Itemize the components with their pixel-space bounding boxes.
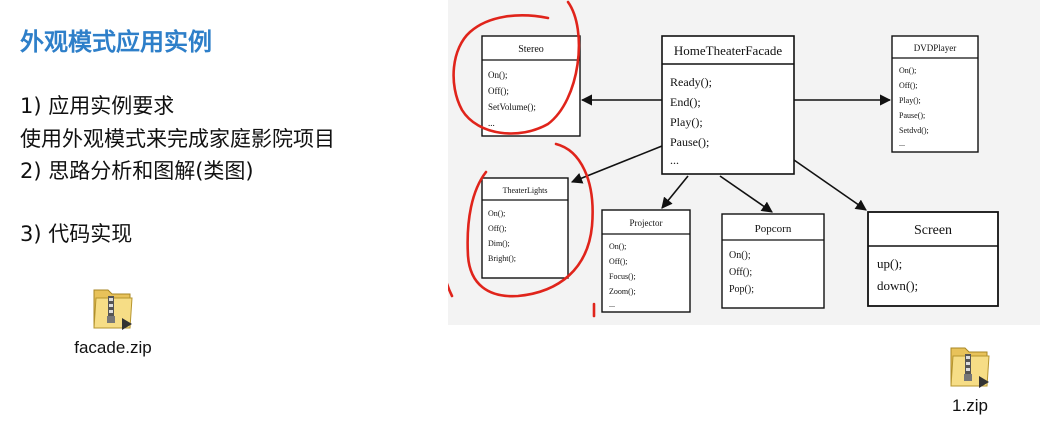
class-diagram: HomeTheaterFacade Ready(); End(); Play()… xyxy=(448,0,1040,325)
requirement-text: 使用外观模式来完成家庭影院项目 xyxy=(20,127,335,151)
method: ... xyxy=(488,118,495,128)
method: On(); xyxy=(729,250,751,261)
method: Off(); xyxy=(729,267,752,278)
method: Dim(); xyxy=(488,239,510,248)
method: On(); xyxy=(899,66,916,75)
method: End(); xyxy=(670,95,701,109)
dvdplayer-class: DVDPlayer On(); Off(); Play(); Pause(); … xyxy=(891,35,979,153)
method: On(); xyxy=(488,70,508,80)
screen-class: Screen up(); down(); xyxy=(867,211,999,307)
method: ... xyxy=(670,153,679,167)
projector-class: Projector On(); Off(); Focus(); Zoom(); … xyxy=(601,209,691,313)
method: Play(); xyxy=(670,115,703,129)
class-name: Screen xyxy=(914,223,952,238)
method: ... xyxy=(899,139,905,148)
theaterlights-class: TheaterLights On(); Off(); Dim(); Bright… xyxy=(481,177,569,279)
method: Off(); xyxy=(899,81,918,90)
popcorn-class: Popcorn On(); Off(); Pop(); xyxy=(721,213,825,309)
method: Off(); xyxy=(488,86,509,96)
method: Pause(); xyxy=(670,135,709,149)
method: Play(); xyxy=(899,96,921,105)
file-name: facade.zip xyxy=(74,338,152,357)
class-name: Stereo xyxy=(518,44,544,55)
class-name: HomeTheaterFacade xyxy=(674,43,783,58)
facade-class: HomeTheaterFacade Ready(); End(); Play()… xyxy=(661,35,795,175)
method: Pause(); xyxy=(899,111,925,120)
method: On(); xyxy=(609,242,626,251)
analysis-heading: 2) 思路分析和图解(类图) xyxy=(20,159,254,183)
method: Off(); xyxy=(488,224,507,233)
method: Zoom(); xyxy=(609,287,636,296)
class-name: Projector xyxy=(630,218,663,228)
zip-folder-icon xyxy=(950,347,990,388)
method: SetVolume(); xyxy=(488,102,536,112)
method: up(); xyxy=(877,256,902,271)
method: Bright(); xyxy=(488,254,516,263)
method: Off(); xyxy=(609,257,628,266)
slide-title: 外观模式应用实例 xyxy=(20,28,212,56)
file-name: 1.zip xyxy=(952,396,988,415)
method: Pop(); xyxy=(729,284,754,295)
method: Ready(); xyxy=(670,75,712,89)
requirement-heading: 1) 应用实例要求 xyxy=(20,94,175,118)
one-zip-file[interactable]: 1.zip xyxy=(930,340,1010,416)
method: down(); xyxy=(877,278,918,293)
class-name: Popcorn xyxy=(755,223,792,235)
zip-folder-icon xyxy=(93,289,133,330)
method: ... xyxy=(609,300,615,309)
facade-zip-file[interactable]: facade.zip xyxy=(58,282,168,358)
class-name: DVDPlayer xyxy=(914,43,957,53)
method: Focus(); xyxy=(609,272,636,281)
class-name: TheaterLights xyxy=(503,186,548,195)
method: Setdvd(); xyxy=(899,126,929,135)
method: On(); xyxy=(488,209,505,218)
code-heading: 3) 代码实现 xyxy=(20,222,133,246)
stereo-class: Stereo On(); Off(); SetVolume(); ... xyxy=(481,35,581,137)
